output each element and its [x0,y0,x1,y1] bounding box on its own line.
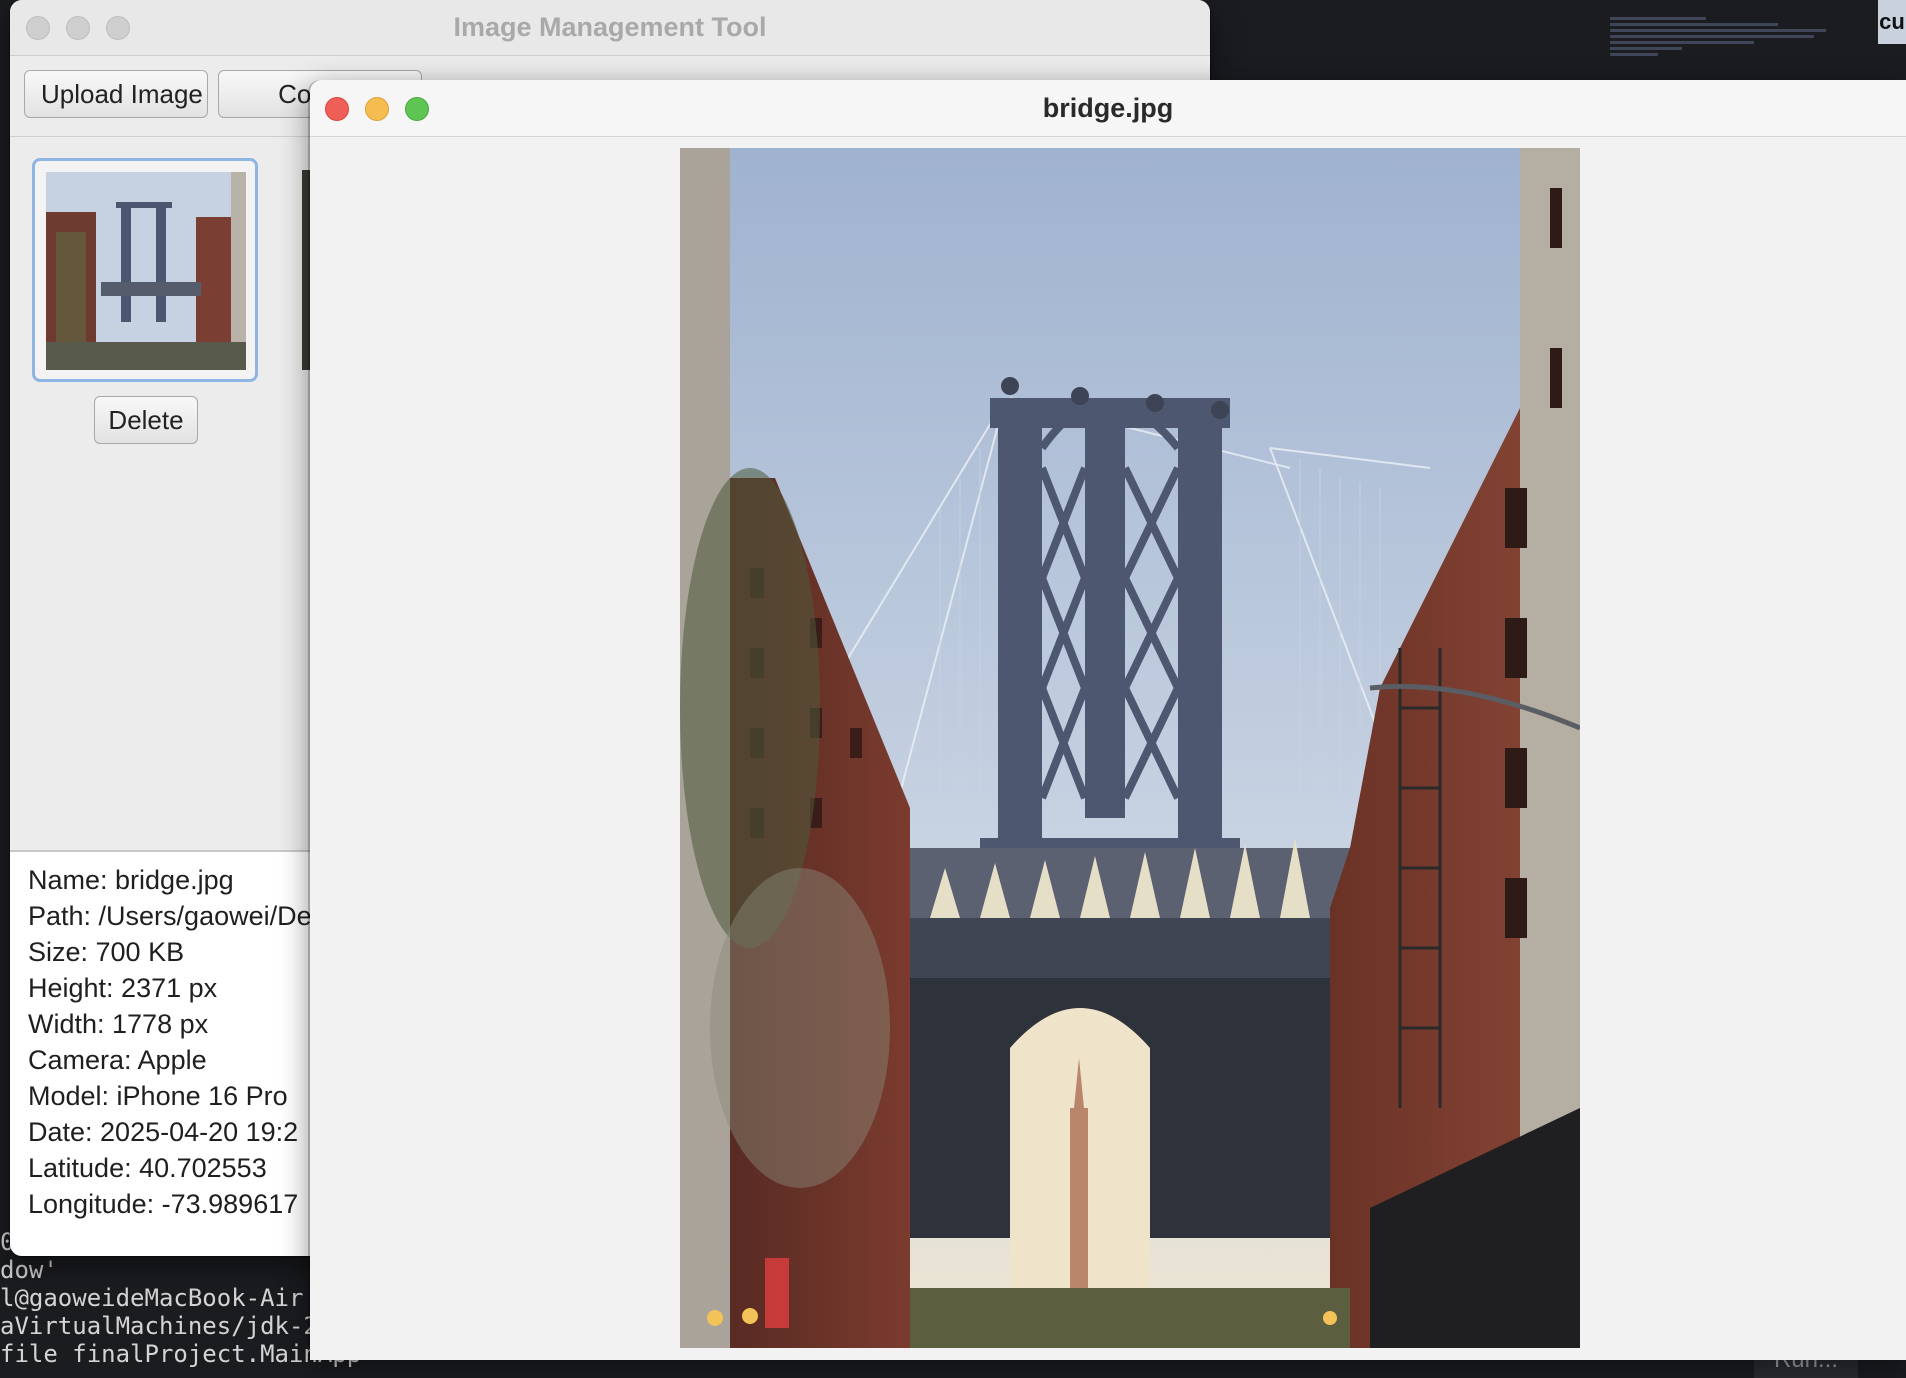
terminal-line: file finalProject.MainApp [0,1340,362,1368]
delete-button[interactable]: Delete [94,396,198,444]
viewer-title: bridge.jpg [1042,93,1174,123]
viewer-titlebar[interactable]: bridge.jpg [310,80,1906,137]
upload-image-button[interactable]: Upload Image [24,70,208,118]
terminal-line: aVirtualMachines/jdk-23 [0,1312,333,1340]
editor-minimap [1610,14,1850,84]
terminal-line: dow' [0,1256,58,1284]
main-titlebar[interactable]: Image Management Tool [10,0,1210,56]
thumbnail-card[interactable] [32,158,258,382]
bridge-thumbnail-image[interactable] [46,172,246,370]
window-title: Image Management Tool [453,12,767,42]
editor-corner-tab: cu [1878,0,1906,44]
bridge-photo [680,148,1580,1348]
terminal-line: l@gaoweideMacBook-Air I [0,1284,333,1312]
image-viewer-window: bridge.jpg [310,80,1906,1360]
